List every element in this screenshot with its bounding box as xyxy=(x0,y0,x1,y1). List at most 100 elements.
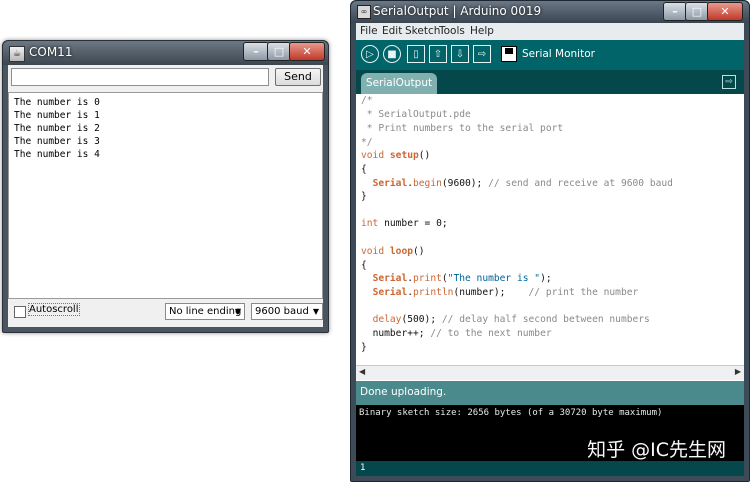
serial-window-client: Send The number is 0 The number is 1 The… xyxy=(8,65,323,327)
java-app-icon: ☕ xyxy=(9,46,25,62)
code-token: void xyxy=(361,150,385,161)
code-token: Serial xyxy=(372,178,408,189)
code-line: void loop() xyxy=(361,246,425,257)
serial-monitor-label[interactable]: Serial Monitor xyxy=(522,48,595,60)
code-line: Serial.println(number); // print the num… xyxy=(372,287,639,298)
line-number: 1 xyxy=(360,463,366,473)
code-token: setup xyxy=(389,150,419,161)
output-line: The number is 3 xyxy=(14,136,100,147)
console-text: Binary sketch size: 2656 bytes (of a 307… xyxy=(359,408,663,418)
tab-serialoutput[interactable]: SerialOutput xyxy=(361,73,437,94)
code-line: Serial.print("The number is "); xyxy=(372,273,552,284)
console-output[interactable]: Binary sketch size: 2656 bytes (of a 307… xyxy=(356,405,744,461)
code-token: (500); xyxy=(401,314,442,325)
serial-window-title: COM11 xyxy=(29,45,73,59)
code-line: { xyxy=(361,260,367,271)
code-token: () xyxy=(418,150,431,161)
line-ending-select[interactable]: No line ending ▼ xyxy=(165,303,245,320)
output-line: The number is 2 xyxy=(14,123,100,134)
code-token: println xyxy=(413,287,454,298)
status-bar: Done uploading. xyxy=(356,381,744,405)
tab-menu-icon[interactable]: ⇨ xyxy=(722,75,736,89)
save-file-icon[interactable]: ⇩ xyxy=(451,45,469,63)
close-icon[interactable]: ✕ xyxy=(707,2,743,21)
code-token: loop xyxy=(389,246,413,257)
code-token: Serial xyxy=(372,287,408,298)
open-file-icon[interactable]: ⇧ xyxy=(429,45,447,63)
code-token: begin xyxy=(413,178,442,189)
scroll-right-icon[interactable]: ▶ xyxy=(735,367,741,376)
code-token: // send and receive at 9600 baud xyxy=(488,178,673,189)
maximize-icon[interactable]: □ xyxy=(267,42,291,61)
minimize-icon[interactable]: – xyxy=(243,42,269,61)
code-token: number = 0; xyxy=(378,218,448,229)
menu-tools[interactable]: Tools xyxy=(439,25,465,37)
arduino-body: File Edit Sketch Tools Help ▷ ■ ▯ ⇧ ⇩ ⇨ … xyxy=(356,23,744,476)
serial-window-titlebar[interactable]: ☕ COM11 – □ ✕ xyxy=(3,41,328,65)
scroll-left-icon[interactable]: ◀ xyxy=(359,367,365,376)
menu-sketch[interactable]: Sketch xyxy=(405,25,440,37)
code-token: print xyxy=(413,273,442,284)
minimize-icon[interactable]: – xyxy=(663,2,687,21)
new-file-icon[interactable]: ▯ xyxy=(407,45,425,63)
code-line: Serial.begin(9600); // send and receive … xyxy=(372,178,673,189)
stop-icon[interactable]: ■ xyxy=(383,45,401,63)
baud-rate-select[interactable]: 9600 baud ▼ xyxy=(251,303,323,320)
code-line: int number = 0; xyxy=(361,218,448,229)
menu-help[interactable]: Help xyxy=(470,25,494,37)
autoscroll-checkbox[interactable] xyxy=(14,306,26,318)
code-token: () xyxy=(413,246,425,257)
serial-output-area[interactable]: The number is 0 The number is 1 The numb… xyxy=(8,92,323,299)
output-line: The number is 1 xyxy=(14,110,100,121)
code-token: Serial xyxy=(372,273,408,284)
code-line: number++; // to the next number xyxy=(361,328,552,339)
code-line: * Print numbers to the serial port xyxy=(361,123,564,134)
serial-monitor-window: ☕ COM11 – □ ✕ Send The number is 0 The n… xyxy=(2,40,329,333)
autoscroll-label[interactable]: Autoscroll xyxy=(28,303,80,316)
code-line: } xyxy=(361,342,367,353)
arduino-titlebar[interactable]: ∞ SerialOutput | Arduino 0019 – □ ✕ xyxy=(351,1,749,23)
serial-bottom-bar: Autoscroll No line ending ▼ 9600 baud ▼ xyxy=(8,299,323,325)
chevron-down-icon: ▼ xyxy=(234,307,241,316)
toolbar: ▷ ■ ▯ ⇧ ⇩ ⇨ Serial Monitor xyxy=(356,40,744,70)
code-line: * SerialOutput.pde xyxy=(361,109,471,120)
code-token: int xyxy=(361,218,379,229)
code-token: // print the number xyxy=(528,287,639,298)
code-line: */ xyxy=(361,137,373,148)
maximize-icon[interactable]: □ xyxy=(685,2,709,21)
close-icon[interactable]: ✕ xyxy=(289,42,325,61)
horizontal-scrollbar[interactable]: ◀ ▶ xyxy=(356,365,744,380)
code-token: // delay half second between numbers xyxy=(441,314,650,325)
status-text: Done uploading. xyxy=(360,386,447,398)
verify-icon[interactable]: ▷ xyxy=(361,45,379,63)
upload-icon[interactable]: ⇨ xyxy=(473,45,491,63)
chevron-down-icon: ▼ xyxy=(312,307,319,316)
code-line: delay(500); // delay half second between… xyxy=(361,314,650,325)
code-token: delay xyxy=(372,314,402,325)
code-token: "The number is " xyxy=(447,273,541,284)
output-line: The number is 0 xyxy=(14,97,100,108)
code-editor[interactable]: /* * SerialOutput.pde * Print numbers to… xyxy=(356,94,744,381)
code-token: (number); xyxy=(453,287,529,298)
menu-bar: File Edit Sketch Tools Help xyxy=(356,23,744,40)
serial-monitor-icon[interactable] xyxy=(501,46,517,62)
code-token: number++; xyxy=(372,328,431,339)
watermark: 知乎 @IC先生网 xyxy=(587,439,726,461)
baud-rate-value: 9600 baud xyxy=(255,306,309,317)
arduino-app-icon: ∞ xyxy=(357,5,371,19)
tab-bar: SerialOutput ⇨ xyxy=(356,70,744,94)
code-line: { xyxy=(361,164,367,175)
arduino-window-title: SerialOutput | Arduino 0019 xyxy=(373,4,542,18)
code-token: (9600); xyxy=(441,178,489,189)
code-line: } xyxy=(361,191,367,202)
send-button[interactable]: Send xyxy=(275,68,321,86)
menu-edit[interactable]: Edit xyxy=(382,25,402,37)
line-number-bar: 1 xyxy=(356,461,744,476)
line-ending-value: No line ending xyxy=(169,306,242,317)
code-text: /* * SerialOutput.pde * Print numbers to… xyxy=(356,94,736,366)
code-token: ); xyxy=(540,273,552,284)
serial-send-input[interactable] xyxy=(11,68,269,86)
output-line: The number is 4 xyxy=(14,149,100,160)
code-token: // to the next number xyxy=(430,328,552,339)
menu-file[interactable]: File xyxy=(360,25,378,37)
